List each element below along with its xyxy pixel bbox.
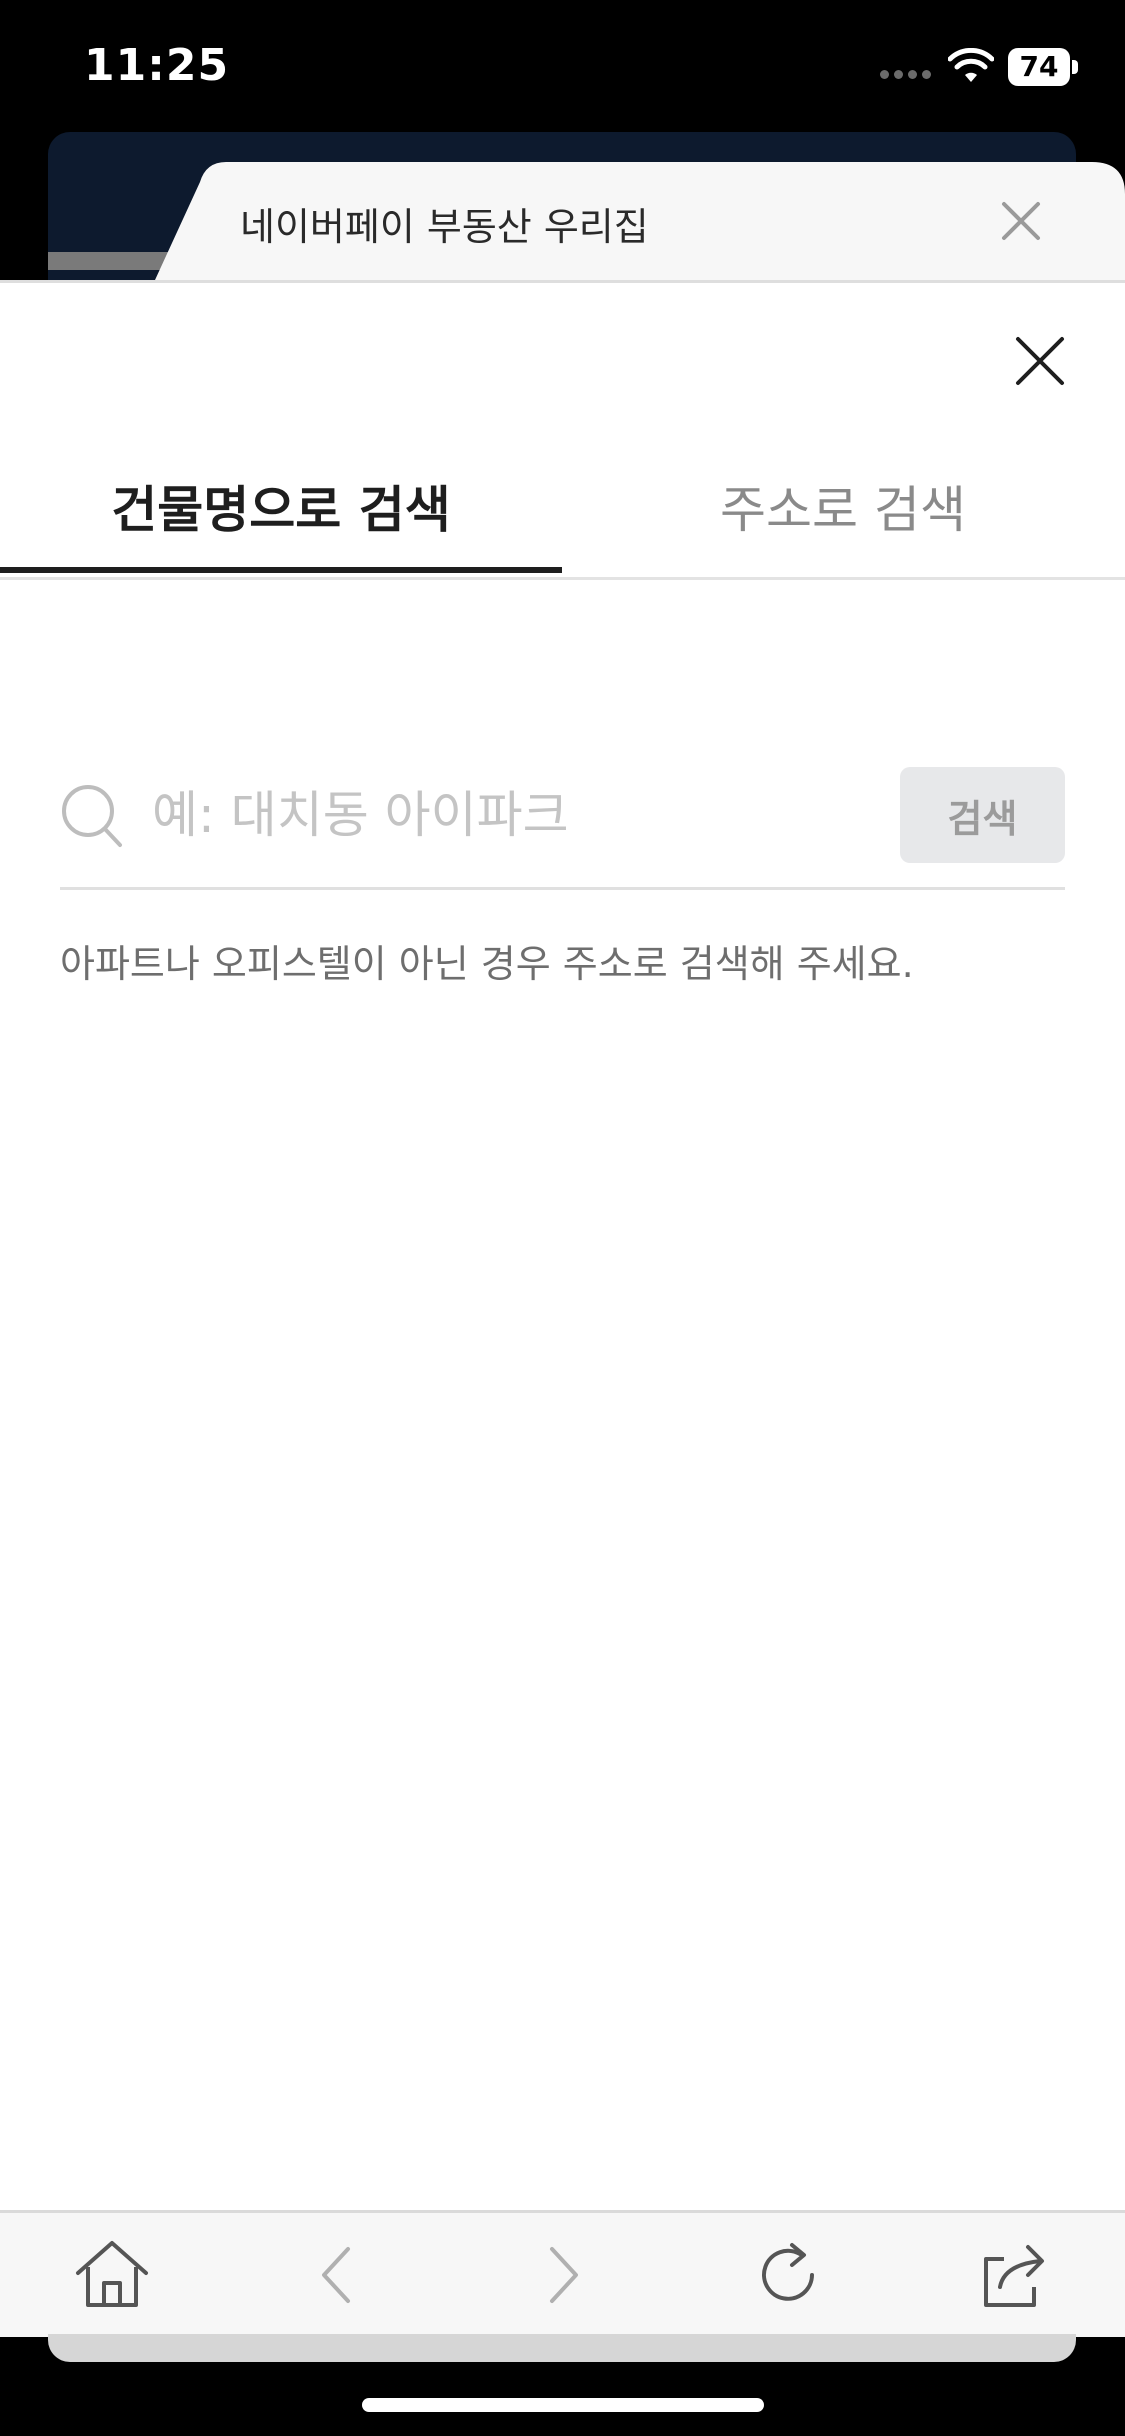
search-tabs: 건물명으로 검색 주소로 검색 (0, 443, 1125, 580)
toolbar-shadow (48, 2334, 1076, 2362)
status-time: 11:25 (84, 40, 230, 91)
search-hint: 아파트나 오피스텔이 아닌 경우 주소로 검색해 주세요. (60, 942, 914, 986)
close-icon[interactable] (996, 196, 1046, 246)
cellular-signal-icon (880, 64, 936, 79)
tab-building-name[interactable]: 건물명으로 검색 (0, 443, 562, 577)
tab-address[interactable]: 주소로 검색 (562, 443, 1124, 577)
search-row: 검색 (60, 753, 1065, 890)
search-sheet: 건물명으로 검색 주소로 검색 검색 아파트나 오피스텔이 아닌 경우 주소로 … (0, 280, 1125, 2213)
active-tab-indicator (0, 567, 562, 573)
browser-toolbar (0, 2210, 1125, 2337)
forward-icon[interactable] (522, 2235, 602, 2315)
status-bar: 11:25 74 (0, 0, 1125, 130)
home-icon[interactable] (72, 2235, 152, 2315)
back-icon[interactable] (298, 2235, 378, 2315)
search-button[interactable]: 검색 (900, 767, 1065, 863)
wifi-icon (948, 48, 994, 82)
reload-icon[interactable] (748, 2235, 828, 2315)
share-icon[interactable] (974, 2235, 1054, 2315)
battery-icon: 74 (1008, 48, 1078, 86)
close-icon[interactable] (1010, 331, 1070, 391)
search-icon (62, 785, 122, 847)
home-indicator[interactable] (362, 2398, 764, 2412)
search-input[interactable] (152, 775, 932, 855)
browser-tab-title[interactable]: 네이버페이 부동산 우리집 (240, 196, 649, 251)
battery-level: 74 (1008, 48, 1070, 86)
